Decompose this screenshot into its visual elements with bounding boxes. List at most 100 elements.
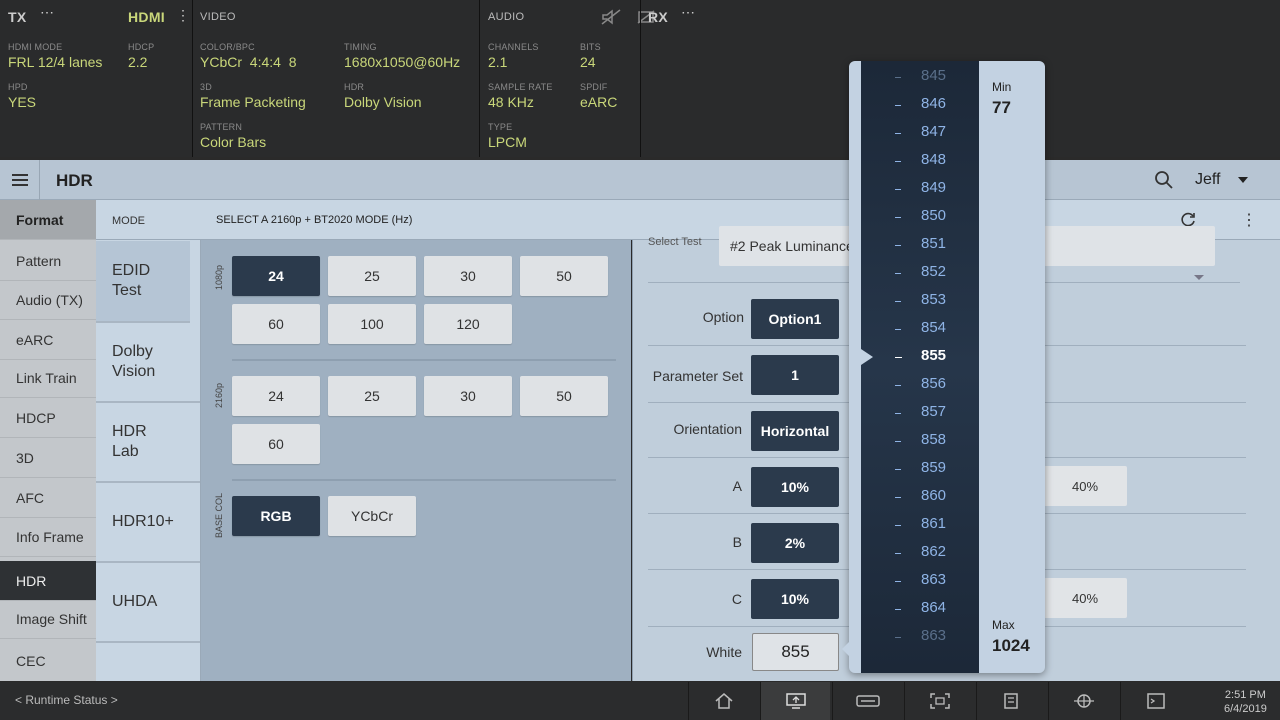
picker-value-858[interactable]: 858: [921, 431, 971, 448]
rx-title: RX: [648, 9, 669, 25]
c-option-40[interactable]: 40%: [1043, 578, 1127, 618]
mode-item-dolby-vision[interactable]: Dolby Vision: [96, 323, 200, 403]
btn-label: Horizontal: [760, 423, 830, 439]
nav-label: Audio (TX): [16, 292, 83, 308]
nav-item-cec[interactable]: CEC: [0, 640, 96, 681]
audio-off-icon[interactable]: [600, 9, 622, 25]
runtime-status-link[interactable]: < Runtime Status >: [15, 693, 118, 707]
btn-1080p-30[interactable]: 30: [424, 256, 512, 296]
nav-label: CEC: [16, 652, 46, 669]
btn-label: 40%: [1071, 478, 1099, 494]
picker-value-847[interactable]: 847: [921, 123, 971, 140]
search-icon[interactable]: [1154, 170, 1174, 190]
picker-value-848[interactable]: 848: [921, 151, 971, 168]
nav-item-pattern[interactable]: Pattern: [0, 242, 96, 281]
btn-2160p-25[interactable]: 25: [328, 376, 416, 416]
btn-1080p-25[interactable]: 25: [328, 256, 416, 296]
b-value-button[interactable]: 2%: [751, 523, 839, 563]
picker-value-845[interactable]: 845: [921, 67, 971, 84]
network-icon: [1073, 694, 1094, 708]
nav-item-link-train[interactable]: Link Train: [0, 359, 96, 398]
btn-1080p-120[interactable]: 120: [424, 304, 512, 344]
picker-value-857[interactable]: 857: [921, 403, 971, 420]
report-button[interactable]: [976, 682, 1046, 720]
home-button[interactable]: [688, 682, 758, 720]
picker-value-846[interactable]: 846: [921, 95, 971, 112]
hamburger-menu-button[interactable]: [0, 160, 40, 200]
btn-1080p-60[interactable]: 60: [232, 304, 320, 344]
picker-value-861[interactable]: 861: [921, 515, 971, 532]
picker-value-851[interactable]: 851: [921, 235, 971, 252]
capture-button[interactable]: [904, 682, 974, 720]
picker-value-854[interactable]: 854: [921, 319, 971, 336]
btn-label: 30: [460, 268, 476, 284]
option-button[interactable]: Option1: [751, 299, 839, 339]
nav-item-3d[interactable]: 3D: [0, 439, 96, 478]
hdmi-more-icon[interactable]: ⋮: [176, 7, 190, 24]
terminal-button[interactable]: [1120, 682, 1190, 720]
number-picker-popover[interactable]: 845 846 847 848 849 850 851 852 853 854 855 856 857 8…: [849, 61, 1045, 673]
tx-more-icon[interactable]: ⋯: [40, 4, 54, 21]
nav-item-afc[interactable]: AFC: [0, 479, 96, 518]
mode-item-uhda[interactable]: UHDA: [96, 563, 200, 643]
a-value-button[interactable]: 10%: [751, 467, 839, 507]
mode-label: HDR Lab: [112, 423, 147, 460]
picker-value-853[interactable]: 853: [921, 291, 971, 308]
picker-value-864[interactable]: 864: [921, 599, 971, 616]
c-value-button[interactable]: 10%: [751, 579, 839, 619]
picker-value-849[interactable]: 849: [921, 179, 971, 196]
network-button[interactable]: [1048, 682, 1118, 720]
clock-date: 6/4/2019: [1224, 703, 1267, 715]
cable-button[interactable]: [832, 682, 902, 720]
nav-item-format[interactable]: Format: [0, 200, 96, 240]
picker-value-863[interactable]: 863: [921, 571, 971, 588]
a-option-40[interactable]: 40%: [1043, 466, 1127, 506]
picker-value-850[interactable]: 850: [921, 207, 971, 224]
picker-value-863[interactable]: 863: [921, 627, 971, 644]
more-vert-icon[interactable]: ⋮: [1241, 210, 1257, 230]
picker-value-856[interactable]: 856: [921, 375, 971, 392]
nav-label: HDCP: [16, 410, 56, 426]
btn-2160p-60[interactable]: 60: [232, 424, 320, 464]
rx-section-header: RX ⋯: [641, 0, 1280, 34]
btn-1080p-24[interactable]: 24: [232, 256, 320, 296]
mode-item-edid-test[interactable]: EDID Test: [96, 241, 190, 323]
nav-item-earc[interactable]: eARC: [0, 321, 96, 360]
rx-more-icon[interactable]: ⋯: [681, 4, 695, 21]
hpd-label: HPD: [8, 82, 28, 92]
btn-1080p-100[interactable]: 100: [328, 304, 416, 344]
picker-tick: [895, 357, 902, 358]
user-name[interactable]: Jeff: [1195, 171, 1221, 189]
nav-item-hdcp[interactable]: HDCP: [0, 399, 96, 438]
picker-value-855[interactable]: 855: [921, 347, 971, 364]
nav-item-hdr[interactable]: HDR: [0, 561, 96, 601]
nav-item-info-frame[interactable]: Info Frame: [0, 518, 96, 557]
chevron-down-icon[interactable]: [1238, 177, 1248, 183]
tx-display-button[interactable]: [760, 682, 830, 720]
clock-time: 2:51 PM: [1224, 689, 1266, 701]
btn-base-ycbcr[interactable]: YCbCr: [328, 496, 416, 536]
picker-value-859[interactable]: 859: [921, 459, 971, 476]
picker-value-862[interactable]: 862: [921, 543, 971, 560]
picker-value-860[interactable]: 860: [921, 487, 971, 504]
mode-item-hdr10-plus[interactable]: HDR10+: [96, 483, 200, 563]
option-label: Option: [702, 309, 744, 325]
row-1080p-label: 1080p: [214, 264, 224, 290]
btn-2160p-30[interactable]: 30: [424, 376, 512, 416]
parameter-set-button[interactable]: 1: [751, 355, 839, 395]
nav-item-image-shift[interactable]: Image Shift: [0, 600, 96, 639]
chevron-down-icon[interactable]: [1194, 275, 1204, 280]
pattern-value: Color Bars: [200, 134, 267, 150]
btn-2160p-24[interactable]: 24: [232, 376, 320, 416]
btn-1080p-50[interactable]: 50: [520, 256, 608, 296]
number-picker-wheel[interactable]: 845 846 847 848 849 850 851 852 853 854 855 856 857 8…: [861, 61, 979, 673]
mode-item-hdr-lab[interactable]: HDR Lab: [96, 403, 200, 483]
btn-label: 10%: [780, 479, 810, 495]
nav-item-audio-tx[interactable]: Audio (TX): [0, 281, 96, 320]
btn-base-rgb[interactable]: RGB: [232, 496, 320, 536]
nav-label: eARC: [16, 332, 54, 348]
picker-value-852[interactable]: 852: [921, 263, 971, 280]
white-value-field[interactable]: 855: [752, 633, 839, 671]
orientation-button[interactable]: Horizontal: [751, 411, 839, 451]
btn-2160p-50[interactable]: 50: [520, 376, 608, 416]
